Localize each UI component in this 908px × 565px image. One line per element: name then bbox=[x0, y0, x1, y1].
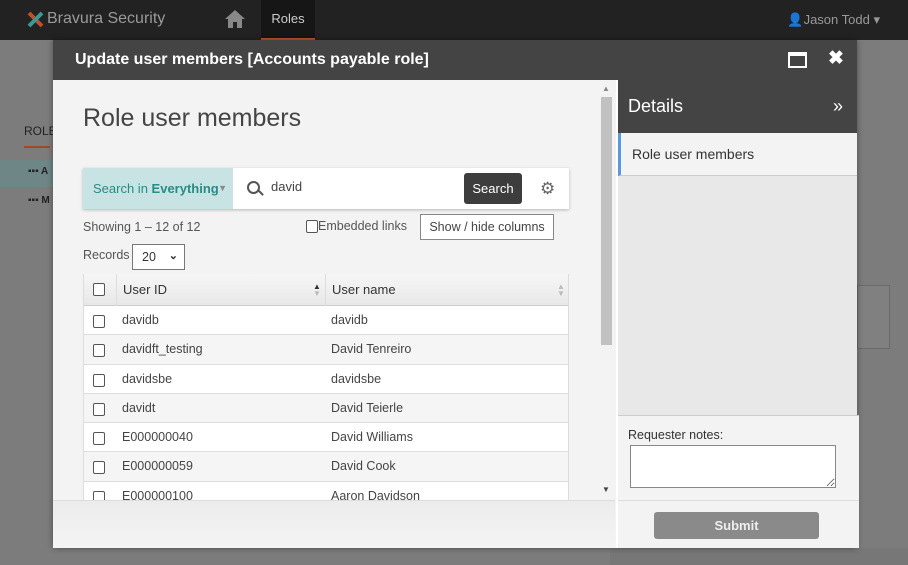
dialog-title: Update user members [Accounts payable ro… bbox=[75, 51, 429, 68]
details-header: Details» bbox=[618, 80, 857, 133]
gear-icon[interactable]: ⚙ bbox=[540, 179, 555, 199]
row-checkbox[interactable] bbox=[93, 432, 105, 446]
details-item-role-user-members[interactable]: Role user members bbox=[618, 133, 857, 176]
bg-panel bbox=[857, 285, 890, 349]
cell-user-name: Aaron Davidson bbox=[331, 488, 420, 500]
cell-user-id: davidsbe bbox=[122, 371, 173, 386]
members-table: User ID ▲ ▼ User name ▲ ▼ davidb davidb davi… bbox=[83, 274, 569, 500]
table-row[interactable]: davidb davidb bbox=[84, 306, 568, 336]
row-checkbox[interactable] bbox=[93, 344, 105, 358]
dialog-footer bbox=[53, 500, 615, 548]
sort-icon[interactable]: ▲ ▼ bbox=[557, 283, 565, 298]
cell-user-name: David Tenreiro bbox=[331, 342, 412, 357]
brand-name: Bravura Security bbox=[47, 10, 166, 27]
search-icon bbox=[247, 181, 260, 194]
scroll-down-icon[interactable]: ▼ bbox=[602, 485, 610, 494]
scrollbar-thumb[interactable] bbox=[601, 97, 612, 345]
bravura-logo-icon bbox=[27, 11, 44, 27]
cell-user-name: davidsbe bbox=[331, 371, 382, 386]
table-row[interactable]: davidsbe davidsbe bbox=[84, 365, 568, 394]
cell-user-id: davidt bbox=[122, 400, 156, 415]
page-title: Role user members bbox=[83, 104, 302, 132]
scroll-up-icon[interactable]: ▲ bbox=[602, 84, 610, 93]
dialog-header: Update user members [Accounts payable ro… bbox=[53, 40, 857, 80]
cell-user-id: E000000059 bbox=[122, 459, 193, 474]
cell-user-id: E000000040 bbox=[122, 430, 193, 445]
row-checkbox[interactable] bbox=[93, 315, 105, 328]
table-row[interactable]: E000000040 David Williams bbox=[84, 423, 568, 453]
maximize-icon[interactable] bbox=[788, 52, 807, 68]
collapse-chevron-icon[interactable]: » bbox=[833, 80, 843, 133]
bg-section-label: ROLE bbox=[24, 124, 57, 138]
details-footer: Submit bbox=[618, 500, 859, 548]
requester-notes-input[interactable] bbox=[630, 445, 836, 488]
bg-underline bbox=[24, 146, 50, 148]
search-bar: Search in Everything▼ Search ⚙ bbox=[83, 168, 569, 209]
row-checkbox[interactable] bbox=[93, 461, 105, 475]
table-header: User ID ▲ ▼ User name ▲ ▼ bbox=[84, 274, 568, 306]
row-checkbox[interactable] bbox=[93, 373, 105, 387]
home-icon[interactable] bbox=[224, 9, 246, 29]
chevron-down-icon: ⌄ bbox=[168, 250, 178, 262]
records-label: Records bbox=[83, 248, 130, 262]
requester-notes-section: Requester notes: bbox=[618, 415, 859, 500]
bg-strip bbox=[610, 548, 908, 565]
caret-down-icon: ▾ bbox=[873, 12, 880, 27]
bg-list-item: ▪▪▪ M bbox=[28, 195, 50, 206]
column-user-name[interactable]: User name bbox=[332, 274, 396, 306]
cell-user-id: davidft_testing bbox=[122, 342, 203, 357]
user-name: Jason Todd bbox=[803, 12, 870, 27]
nav-roles-tab[interactable]: Roles bbox=[261, 0, 315, 40]
row-checkbox[interactable] bbox=[93, 402, 105, 416]
sort-asc-icon[interactable]: ▲ ▼ bbox=[313, 283, 321, 298]
records-per-page-select[interactable]: 20 ⌄ bbox=[132, 244, 185, 270]
column-user-id[interactable]: User ID bbox=[123, 274, 323, 306]
table-row[interactable]: davidft_testing David Tenreiro bbox=[84, 335, 568, 365]
cell-user-id: E000000100 bbox=[122, 488, 193, 500]
table-row[interactable]: E000000059 David Cook bbox=[84, 452, 568, 482]
cell-user-id: davidb bbox=[122, 313, 159, 327]
table-row[interactable]: davidt David Teierle bbox=[84, 393, 568, 424]
details-panel: Details» Role user members Requester not… bbox=[616, 80, 859, 548]
submit-button[interactable]: Submit bbox=[654, 512, 819, 539]
table-row[interactable]: E000000100 Aaron Davidson bbox=[84, 482, 568, 500]
caret-down-icon: ▼ bbox=[218, 183, 227, 193]
cell-user-name: David Teierle bbox=[331, 400, 404, 415]
vertical-scrollbar[interactable]: ▲ ▼ bbox=[599, 80, 615, 500]
search-button[interactable]: Search bbox=[464, 173, 522, 204]
requester-notes-label: Requester notes: bbox=[628, 428, 724, 442]
select-all-checkbox[interactable] bbox=[93, 283, 105, 296]
bg-list-item: ▪▪▪ A bbox=[28, 166, 49, 177]
row-checkbox[interactable] bbox=[93, 490, 105, 500]
cell-user-name: davidb bbox=[331, 313, 368, 327]
user-menu[interactable]: 👤Jason Todd ▾ bbox=[787, 12, 880, 28]
top-nav-bar: Bravura Security Roles 👤Jason Todd ▾ bbox=[0, 0, 908, 40]
search-input[interactable] bbox=[271, 179, 451, 194]
checkbox[interactable] bbox=[306, 219, 318, 233]
brand-logo[interactable]: Bravura Security bbox=[27, 10, 165, 28]
close-icon[interactable]: ✖ bbox=[828, 48, 844, 70]
search-scope-dropdown[interactable]: Search in Everything ▼ bbox=[83, 168, 233, 209]
user-icon: 👤 bbox=[787, 12, 804, 27]
update-members-dialog: Update user members [Accounts payable ro… bbox=[53, 40, 859, 548]
show-hide-columns-button[interactable]: Show / hide columns bbox=[420, 214, 554, 240]
cell-user-name: David Cook bbox=[331, 459, 396, 474]
result-count: Showing 1 – 12 of 12 bbox=[83, 220, 201, 234]
cell-user-name: David Williams bbox=[331, 430, 413, 445]
embedded-links-checkbox[interactable]: Embedded links bbox=[306, 219, 407, 233]
